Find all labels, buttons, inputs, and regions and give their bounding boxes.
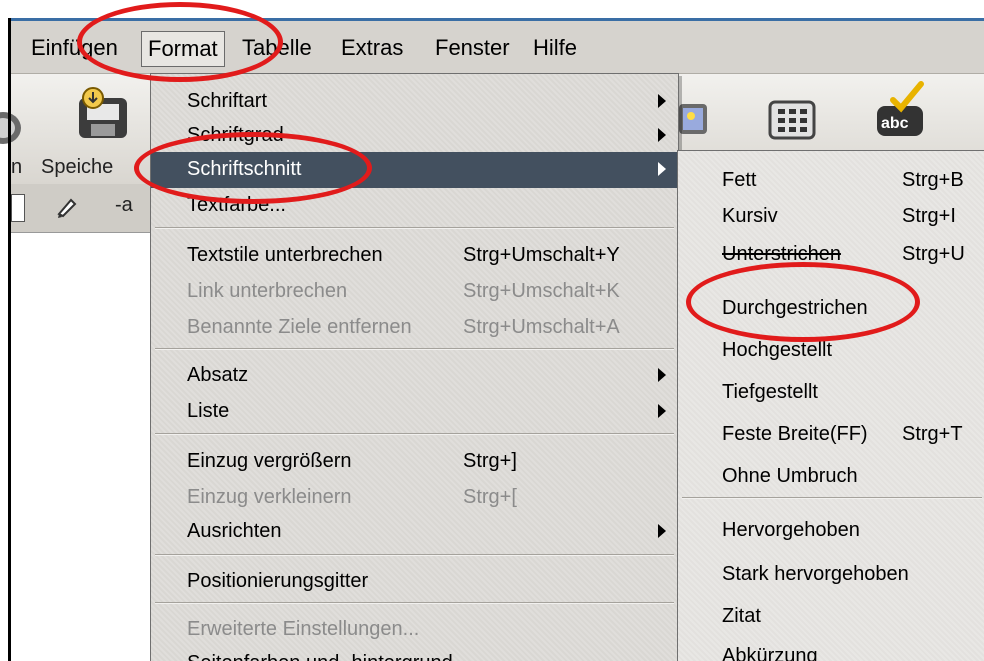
submenu-item-fett[interactable]: Fett Strg+B (678, 161, 984, 197)
menu-item-textfarbe[interactable]: Textfarbe... (151, 188, 678, 224)
submenu-item-shortcut: Strg+T (902, 423, 963, 445)
spellcheck-icon[interactable]: abc (869, 80, 931, 142)
menu-item-schriftschnitt[interactable]: Schriftschnitt (151, 152, 678, 188)
submenu-arrow-icon (658, 368, 666, 382)
menu-separator (155, 554, 674, 556)
menu-extras[interactable]: Extras (335, 31, 409, 65)
submenu-item-label: Hochgestellt (722, 339, 833, 361)
format-menu: Schriftart Schriftgrad Schriftschnitt Te… (150, 73, 679, 661)
menu-item-label: Einzug verkleinern (187, 486, 352, 508)
menu-item-positionierungsgitter[interactable]: Positionierungsgitter (151, 564, 678, 600)
submenu-item-ohne-umbruch[interactable]: Ohne Umbruch (678, 457, 984, 493)
menu-item-label: Ausrichten (187, 520, 282, 542)
menu-item-label: Positionierungsgitter (187, 570, 369, 592)
field-edge[interactable] (11, 194, 25, 222)
menu-bar: Einfügen Format Tabelle Extras Fenster H… (11, 21, 984, 74)
menu-item-shortcut: Strg+[ (463, 486, 517, 508)
menu-item-erweiterte-einstellungen: Erweiterte Einstellungen... (151, 612, 678, 648)
menu-item-liste[interactable]: Liste (151, 394, 678, 430)
app-window: Einfügen Format Tabelle Extras Fenster H… (0, 0, 984, 661)
subbar-label: -a (115, 194, 133, 216)
submenu-item-label: Tiefgestellt (722, 381, 818, 403)
menu-item-label: Textstile unterbrechen (187, 244, 383, 266)
menu-separator (155, 348, 674, 350)
submenu-item-tiefgestellt[interactable]: Tiefgestellt (678, 373, 984, 409)
menu-item-label: Textfarbe... (187, 194, 286, 216)
menu-fenster[interactable]: Fenster (429, 31, 516, 65)
menu-separator (155, 602, 674, 604)
submenu-item-zitat[interactable]: Zitat (678, 597, 984, 633)
submenu-item-label: Fett (722, 169, 757, 191)
menu-item-label: Erweiterte Einstellungen... (187, 618, 420, 640)
menu-item-label: Liste (187, 400, 230, 422)
image-icon[interactable] (677, 96, 739, 158)
toolbar-label-save: Speiche (41, 156, 114, 178)
submenu-item-label: Ohne Umbruch (722, 465, 858, 487)
submenu-item-hervorgehoben[interactable]: Hervorgehoben (678, 511, 984, 547)
submenu-item-abkuerzung[interactable]: Abkürzung (678, 637, 984, 661)
menu-item-schriftgrad[interactable]: Schriftgrad (151, 118, 678, 154)
menu-item-label: Schriftart (187, 90, 268, 112)
submenu-item-label: Unterstrichen (722, 243, 841, 265)
menu-item-link-unterbrechen: Link unterbrechen Strg+Umschalt+K (151, 274, 678, 310)
menu-item-benannte-ziele-entfernen: Benannte Ziele entfernen Strg+Umschalt+A (151, 310, 678, 346)
submenu-arrow-icon (658, 404, 666, 418)
table-icon[interactable] (766, 96, 828, 158)
submenu-item-label: Stark hervorgehoben (722, 563, 909, 585)
menu-item-ausrichten[interactable]: Ausrichten (151, 514, 678, 550)
menu-item-schriftart[interactable]: Schriftart (151, 84, 678, 120)
svg-text:abc: abc (881, 115, 909, 132)
menu-separator (155, 433, 674, 435)
submenu-arrow-icon (658, 94, 666, 108)
menu-item-label: Link unterbrechen (187, 280, 348, 302)
menu-item-label: Einzug vergrößern (187, 450, 352, 472)
menu-separator (155, 227, 674, 229)
submenu-item-shortcut: Strg+I (902, 205, 956, 227)
submenu-item-label: Abkürzung (722, 645, 818, 661)
submenu-arrow-icon (658, 162, 666, 176)
menu-item-label: Schriftschnitt (187, 158, 302, 180)
pencil-icon[interactable] (53, 194, 79, 225)
submenu-arrow-icon (658, 128, 666, 142)
menu-item-label: Seitenfarben und -hintergrund (187, 652, 453, 661)
menu-item-absatz[interactable]: Absatz (151, 358, 678, 394)
submenu-arrow-icon (658, 524, 666, 538)
format-subbar: -a (11, 184, 151, 233)
submenu-item-feste-breite[interactable]: Feste Breite(FF) Strg+T (678, 415, 984, 451)
menu-item-shortcut: Strg+] (463, 450, 517, 472)
save-icon[interactable] (73, 84, 135, 146)
menu-item-label: Schriftgrad (187, 124, 284, 146)
submenu-item-label: Kursiv (722, 205, 778, 227)
submenu-item-unterstrichen[interactable]: Unterstrichen Strg+U (678, 235, 984, 271)
menu-item-shortcut: Strg+Umschalt+K (463, 280, 620, 302)
submenu-item-label: Durchgestrichen (722, 297, 868, 319)
submenu-item-label: Hervorgehoben (722, 519, 860, 541)
submenu-item-hochgestellt[interactable]: Hochgestellt (678, 331, 984, 367)
submenu-item-shortcut: Strg+U (902, 243, 965, 265)
submenu-item-kursiv[interactable]: Kursiv Strg+I (678, 197, 984, 233)
menu-tabelle[interactable]: Tabelle (236, 31, 318, 65)
menu-item-label: Benannte Ziele entfernen (187, 316, 412, 338)
menu-hilfe[interactable]: Hilfe (527, 31, 583, 65)
window-left-border (8, 18, 11, 661)
menu-item-textstile-unterbrechen[interactable]: Textstile unterbrechen Strg+Umschalt+Y (151, 238, 678, 274)
menu-item-label: Absatz (187, 364, 249, 386)
submenu-item-shortcut: Strg+B (902, 169, 964, 191)
menu-item-einzug-verkleinern: Einzug verkleinern Strg+[ (151, 480, 678, 516)
submenu-item-label: Zitat (722, 605, 761, 627)
submenu-item-durchgestrichen[interactable]: Durchgestrichen (678, 289, 984, 325)
menu-item-shortcut: Strg+Umschalt+A (463, 316, 620, 338)
toolbar-label-partial: n (11, 156, 23, 178)
menu-einfuegen[interactable]: Einfügen (25, 31, 124, 65)
schriftschnitt-submenu: Fett Strg+B Kursiv Strg+I Unterstrichen … (677, 150, 984, 661)
menu-separator (682, 497, 982, 499)
menu-item-shortcut: Strg+Umschalt+Y (463, 244, 620, 266)
submenu-item-stark-hervorgehoben[interactable]: Stark hervorgehoben (678, 555, 984, 591)
menu-item-seitenfarben[interactable]: Seitenfarben und -hintergrund (151, 646, 678, 661)
menu-item-einzug-vergroessern[interactable]: Einzug vergrößern Strg+] (151, 444, 678, 480)
submenu-item-label: Feste Breite(FF) (722, 423, 868, 445)
menu-format[interactable]: Format (141, 31, 225, 67)
